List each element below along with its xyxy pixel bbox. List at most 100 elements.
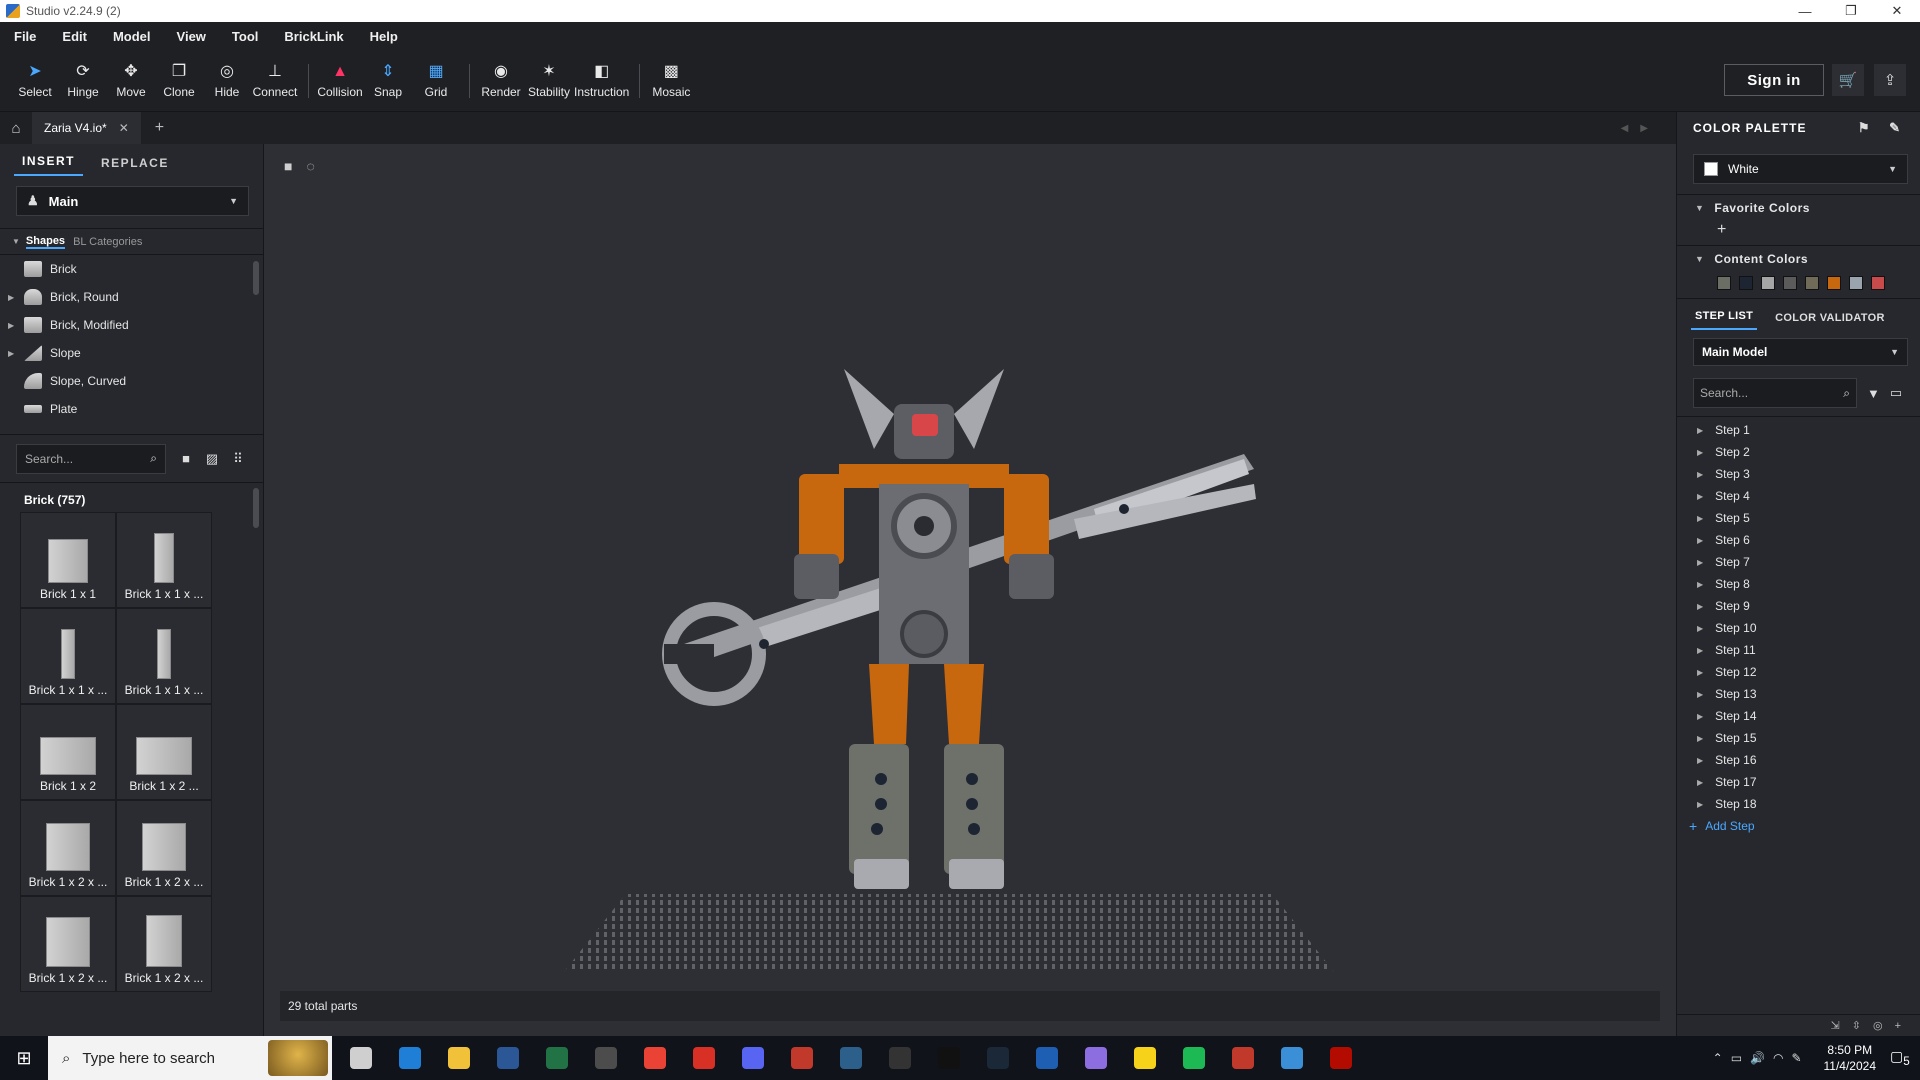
- category-item[interactable]: ▶ Brick, Round: [0, 283, 263, 311]
- rotate-icon[interactable]: ◌: [306, 158, 314, 174]
- taskbar-app-icon[interactable]: [1071, 1036, 1120, 1080]
- robot-model[interactable]: [644, 294, 1284, 894]
- taskbar-app-icon[interactable]: [777, 1036, 826, 1080]
- taskbar-app-icon[interactable]: [973, 1036, 1022, 1080]
- select-tool-button[interactable]: ➤ Select: [12, 54, 58, 108]
- taskbar-app-icon[interactable]: [679, 1036, 728, 1080]
- color-swatch[interactable]: [1849, 276, 1863, 290]
- category-item[interactable]: Plate: [0, 395, 263, 423]
- expand-arrow-icon[interactable]: ▶: [1697, 756, 1703, 765]
- step-item[interactable]: ▶ Step 4: [1677, 485, 1920, 507]
- new-tab-icon[interactable]: +: [155, 119, 164, 137]
- part-tile[interactable]: Brick 1 x 2 x ...: [116, 896, 212, 992]
- expand-arrow-icon[interactable]: ▶: [8, 349, 18, 358]
- color-swatch[interactable]: [1827, 276, 1841, 290]
- expand-arrow-icon[interactable]: ▶: [1697, 778, 1703, 787]
- menu-model[interactable]: Model: [113, 29, 151, 44]
- menu-bricklink[interactable]: BrickLink: [284, 29, 343, 44]
- taskbar-app-icon[interactable]: [1169, 1036, 1218, 1080]
- taskbar-app-icon[interactable]: [336, 1036, 385, 1080]
- color-swatch[interactable]: [1739, 276, 1753, 290]
- stability-button[interactable]: ✶ Stability: [526, 54, 572, 108]
- chevron-down-icon[interactable]: ▼: [12, 237, 20, 246]
- part-tile[interactable]: Brick 1 x 2 ...: [116, 704, 212, 800]
- category-scrollbar[interactable]: [253, 261, 259, 295]
- expand-arrow-icon[interactable]: ▶: [1697, 470, 1703, 479]
- category-item[interactable]: ▶ Brick, Modified: [0, 311, 263, 339]
- taskbar-app-icon[interactable]: [875, 1036, 924, 1080]
- part-tile[interactable]: Brick 1 x 1 x ...: [116, 512, 212, 608]
- expand-arrow-icon[interactable]: ▶: [1697, 558, 1703, 567]
- restore-button[interactable]: ❐: [1828, 0, 1874, 22]
- color-view-icon[interactable]: ▨: [204, 451, 220, 467]
- step-item[interactable]: ▶ Step 18: [1677, 793, 1920, 815]
- taskbar-app-icon[interactable]: [1120, 1036, 1169, 1080]
- add-step-button[interactable]: + Add Step: [1677, 815, 1920, 837]
- part-tile[interactable]: Brick 1 x 2 x ...: [116, 800, 212, 896]
- step-item[interactable]: ▶ Step 16: [1677, 749, 1920, 771]
- menu-tool[interactable]: Tool: [232, 29, 258, 44]
- clock[interactable]: 8:50 PM 11/4/2024: [1824, 1042, 1877, 1074]
- view-toggle-icon[interactable]: ▭: [1890, 385, 1902, 401]
- grid-view-icon[interactable]: ⠿: [230, 451, 246, 467]
- content-colors-header[interactable]: ▼ Content Colors: [1677, 246, 1920, 272]
- part-tile[interactable]: Brick 1 x 2 x ...: [20, 800, 116, 896]
- mosaic-button[interactable]: ▩ Mosaic: [648, 54, 694, 108]
- step-item[interactable]: ▶ Step 5: [1677, 507, 1920, 529]
- category-item[interactable]: Brick: [0, 255, 263, 283]
- step-item[interactable]: ▶ Step 13: [1677, 683, 1920, 705]
- expand-arrow-icon[interactable]: ▶: [1697, 514, 1703, 523]
- step-item[interactable]: ▶ Step 3: [1677, 463, 1920, 485]
- palette-dropdown[interactable]: ♟ Main ▼: [16, 186, 249, 216]
- expand-arrow-icon[interactable]: ▶: [1697, 602, 1703, 611]
- expand-arrow-icon[interactable]: ▶: [1697, 800, 1703, 809]
- menu-view[interactable]: View: [177, 29, 206, 44]
- clone-tool-button[interactable]: ❐ Clone: [156, 54, 202, 108]
- tab-replace[interactable]: REPLACE: [93, 156, 177, 176]
- tab-bl-categories[interactable]: BL Categories: [73, 236, 142, 248]
- render-button[interactable]: ◉ Render: [478, 54, 524, 108]
- step-item[interactable]: ▶ Step 12: [1677, 661, 1920, 683]
- model-dropdown[interactable]: Main Model ▼: [1693, 338, 1908, 366]
- expand-arrow-icon[interactable]: ▶: [8, 293, 18, 302]
- taskbar-app-icon[interactable]: [385, 1036, 434, 1080]
- tab-scroll-arrows[interactable]: ◀▶: [1621, 123, 1660, 134]
- category-item[interactable]: ▶ Slope: [0, 339, 263, 367]
- part-tile[interactable]: Brick 1 x 1: [20, 512, 116, 608]
- step-list-controls[interactable]: ⇲⇳◎+: [1677, 1014, 1920, 1036]
- step-item[interactable]: ▶ Step 11: [1677, 639, 1920, 661]
- upload-icon[interactable]: ⇪: [1874, 64, 1906, 96]
- expand-arrow-icon[interactable]: ▶: [1697, 492, 1703, 501]
- menu-help[interactable]: Help: [370, 29, 398, 44]
- expand-arrow-icon[interactable]: ▶: [1697, 624, 1703, 633]
- expand-arrow-icon[interactable]: ▶: [1697, 734, 1703, 743]
- color-dropdown[interactable]: White ▼: [1693, 154, 1908, 184]
- connect-tool-button[interactable]: ⊥ Connect: [252, 54, 298, 108]
- search-icon[interactable]: ⌕: [150, 451, 157, 466]
- color-swatch[interactable]: [1717, 276, 1731, 290]
- favorite-colors-header[interactable]: ▼ Favorite Colors: [1677, 195, 1920, 221]
- menu-edit[interactable]: Edit: [62, 29, 87, 44]
- search-icon[interactable]: ⌕: [1843, 386, 1850, 401]
- expand-arrow-icon[interactable]: ▶: [1697, 712, 1703, 721]
- expand-arrow-icon[interactable]: ▶: [8, 321, 18, 330]
- step-item[interactable]: ▶ Step 7: [1677, 551, 1920, 573]
- cart-icon[interactable]: 🛒: [1832, 64, 1864, 96]
- taskbar-app-icon[interactable]: [483, 1036, 532, 1080]
- hide-tool-button[interactable]: ◎ Hide: [204, 54, 250, 108]
- instruction-button[interactable]: ◧ Instruction: [574, 54, 629, 108]
- color-swatch[interactable]: [1871, 276, 1885, 290]
- expand-arrow-icon[interactable]: ▶: [1697, 646, 1703, 655]
- expand-arrow-icon[interactable]: ▶: [1697, 690, 1703, 699]
- part-search-input[interactable]: Search... ⌕: [16, 443, 166, 474]
- taskbar-app-icon[interactable]: [924, 1036, 973, 1080]
- tab-shapes[interactable]: Shapes: [25, 235, 66, 249]
- taskbar-app-icon[interactable]: [1218, 1036, 1267, 1080]
- part-grid-scrollbar[interactable]: [253, 488, 259, 528]
- taskbar-app-icon[interactable]: [826, 1036, 875, 1080]
- part-tile[interactable]: Brick 1 x 1 x ...: [20, 608, 116, 704]
- tab-step-list[interactable]: STEP LIST: [1691, 310, 1758, 330]
- taskbar-app-icon[interactable]: [1316, 1036, 1365, 1080]
- step-item[interactable]: ▶ Step 8: [1677, 573, 1920, 595]
- expand-arrow-icon[interactable]: ▶: [1697, 536, 1703, 545]
